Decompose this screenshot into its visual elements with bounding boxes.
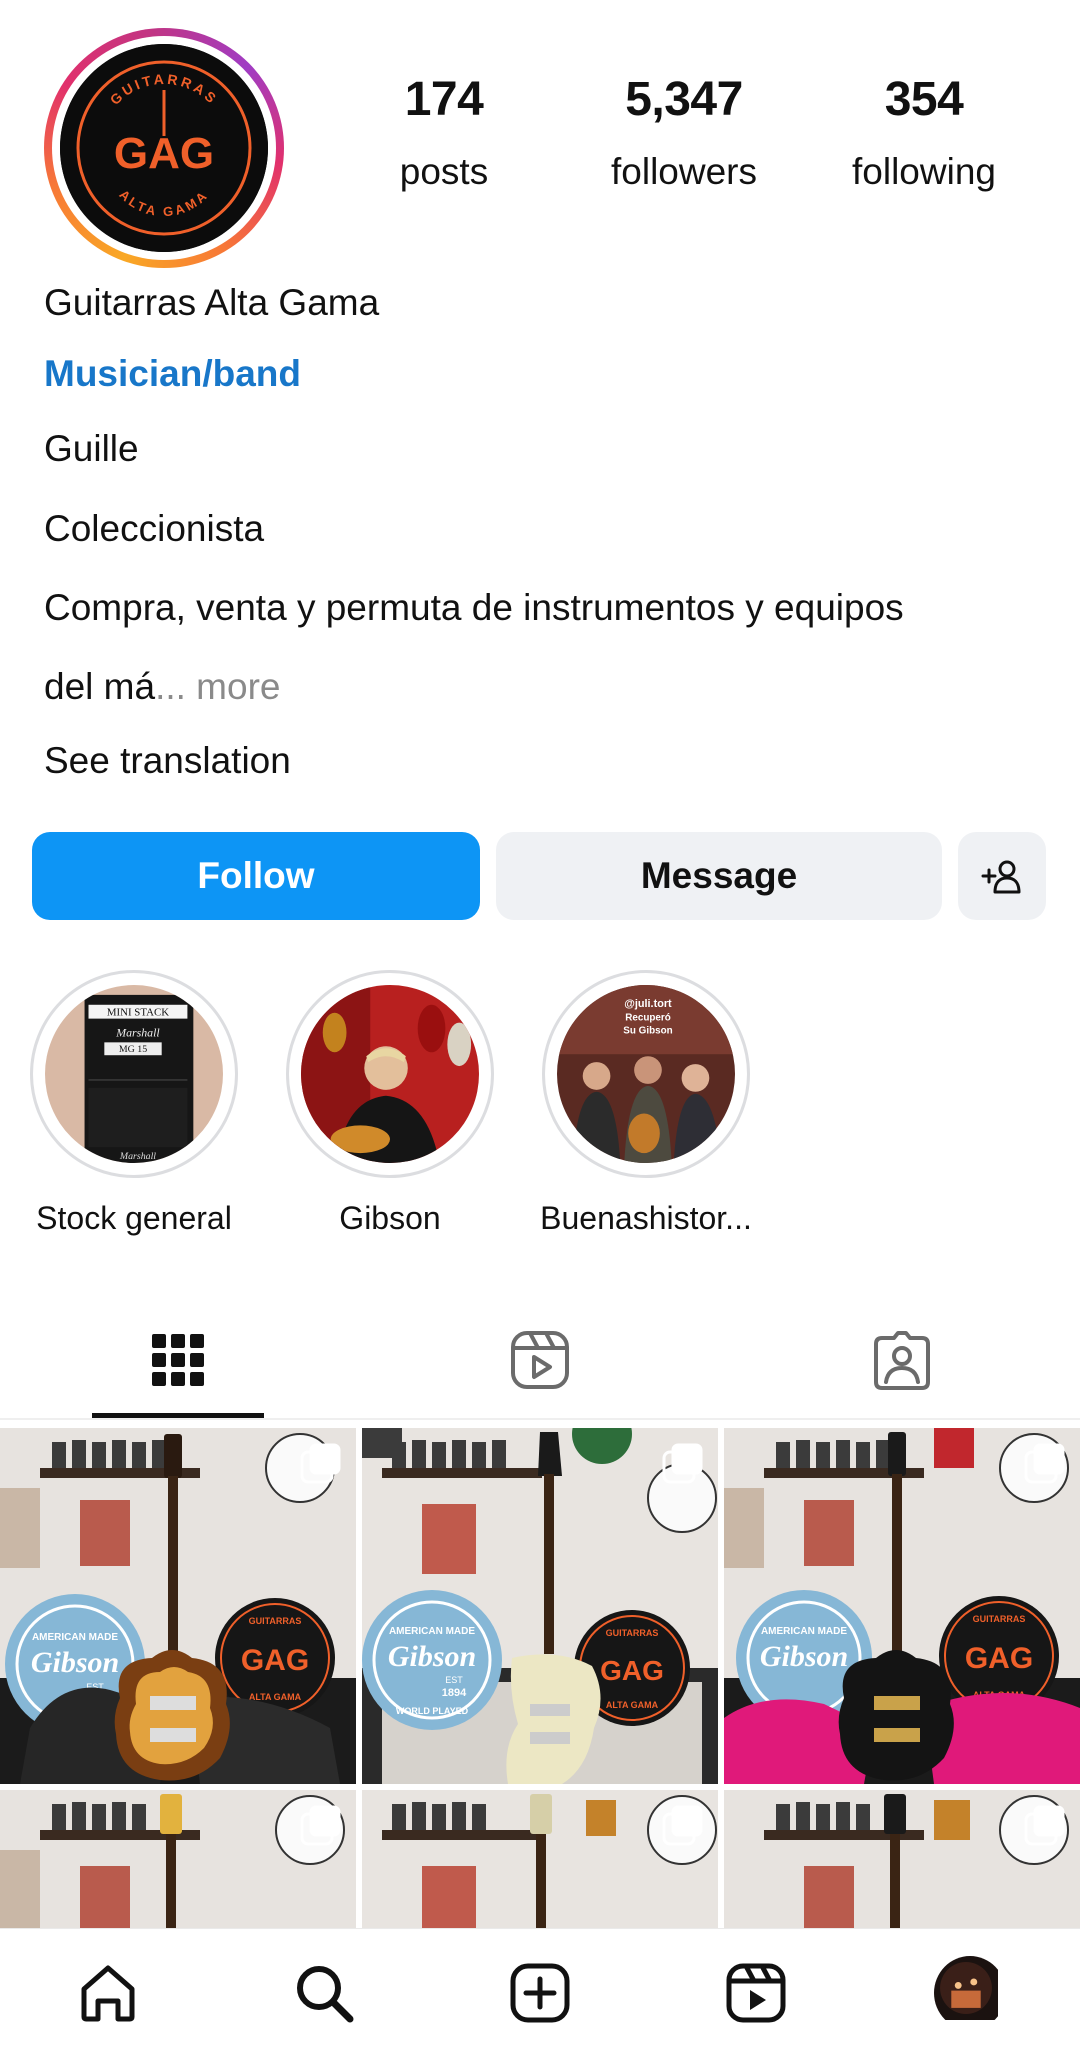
svg-text:GAG: GAG <box>600 1655 664 1686</box>
nav-home[interactable] <box>72 1957 144 2029</box>
multiple-posts-icon <box>662 1805 703 1846</box>
highlight-label: Gibson <box>339 1200 441 1236</box>
highlight-gibson[interactable]: Gibson <box>260 970 520 1237</box>
posts-count: 174 <box>404 73 484 126</box>
bio-line-1: Guille <box>44 428 139 469</box>
svg-text:GAG: GAG <box>965 1642 1033 1675</box>
followers-label: followers <box>611 151 757 192</box>
profile-category[interactable]: Musician/band <box>44 353 301 395</box>
highlight-ring: @juli.tort Recuperó Su Gibson <box>542 970 750 1178</box>
highlight-cover: @juli.tort Recuperó Su Gibson <box>557 985 735 1163</box>
post-thumbnail-3[interactable]: AMERICAN MADE Gibson GUITARRAS GAG ALTA … <box>724 1428 1080 1784</box>
person-plus-icon <box>981 860 1021 894</box>
profile-avatar-small <box>934 1956 1006 2030</box>
stat-followers[interactable]: 5,347 followers <box>564 72 804 193</box>
multiple-posts-icon <box>300 1805 341 1846</box>
multiple-posts-icon <box>1024 1443 1065 1484</box>
svg-text:ALTA GAMA: ALTA GAMA <box>249 1692 302 1702</box>
suggest-users-button[interactable] <box>958 832 1046 920</box>
highlight-label: Buenashistor... <box>540 1200 752 1236</box>
svg-text:Su Gibson: Su Gibson <box>623 1025 672 1036</box>
reels-icon <box>726 1963 786 2023</box>
svg-text:GUITARRAS: GUITARRAS <box>606 1628 659 1638</box>
highlight-cover <box>301 985 479 1163</box>
bio-line-4: del má... more <box>44 666 280 708</box>
tab-tagged[interactable] <box>816 1312 988 1408</box>
tab-posts-grid[interactable] <box>92 1312 264 1408</box>
search-icon <box>297 1966 354 2023</box>
multiple-posts-icon <box>1024 1805 1065 1846</box>
svg-text:Gibson: Gibson <box>760 1640 848 1673</box>
post-thumbnail-5[interactable] <box>362 1790 718 1930</box>
nav-create[interactable] <box>504 1957 576 2029</box>
post-thumbnail-2[interactable]: AMERICAN MADE Gibson EST 1894 WORLD PLAY… <box>362 1428 718 1784</box>
profile-name: Guitarras Alta Gama <box>44 282 380 323</box>
highlight-label: Stock general <box>36 1200 232 1236</box>
posts-label: posts <box>399 151 489 192</box>
highlight-stock-general[interactable]: MINI STACK Marshall MG 15 Marshall Stock… <box>4 970 264 1237</box>
tab-reels[interactable] <box>454 1312 626 1408</box>
svg-text:Gibson: Gibson <box>31 1646 119 1679</box>
svg-text:MG 15: MG 15 <box>119 1044 147 1055</box>
grid-icon <box>152 1334 204 1386</box>
message-button[interactable]: Message <box>496 832 942 920</box>
svg-text:EST: EST <box>445 1675 463 1685</box>
svg-text:GAG: GAG <box>241 1644 309 1677</box>
svg-text:GUITARRAS: GUITARRAS <box>249 1616 302 1626</box>
follow-button[interactable]: Follow <box>32 832 480 920</box>
highlight-ring <box>286 970 494 1178</box>
svg-text:Recuperó: Recuperó <box>625 1013 671 1024</box>
stat-following[interactable]: 354 following <box>804 72 1044 193</box>
highlight-cover: MINI STACK Marshall MG 15 Marshall <box>45 985 223 1163</box>
gag-logo: GUITARRAS ALTA GAMA GAG <box>60 44 268 252</box>
svg-text:GUITARRAS: GUITARRAS <box>973 1614 1026 1624</box>
logo-center-text: GAG <box>114 129 214 178</box>
svg-text:@juli.tort: @juli.tort <box>624 998 672 1010</box>
post-thumbnail-4[interactable] <box>0 1790 356 1930</box>
highlight-buenashistorias[interactable]: @juli.tort Recuperó Su Gibson Buenashist… <box>516 970 776 1237</box>
multiple-posts-icon <box>662 1443 703 1484</box>
see-translation-link[interactable]: See translation <box>44 740 291 782</box>
svg-text:WORLD PLAYED: WORLD PLAYED <box>396 1706 469 1716</box>
followers-count: 5,347 <box>625 73 743 126</box>
post-thumbnail-1[interactable]: AMERICAN MADE Gibson EST 1894 GUITARRAS … <box>0 1428 356 1784</box>
bio-line-2: Coleccionista <box>44 508 265 549</box>
following-label: following <box>852 151 996 192</box>
highlight-ring: MINI STACK Marshall MG 15 Marshall <box>30 970 238 1178</box>
profile-avatar-story-ring[interactable]: GUITARRAS ALTA GAMA GAG <box>44 28 284 268</box>
nav-reels[interactable] <box>720 1957 792 2029</box>
following-count: 354 <box>884 73 964 126</box>
svg-text:Marshall: Marshall <box>115 1025 160 1039</box>
tab-divider <box>0 1418 1080 1420</box>
bio-line-3: Compra, venta y permuta de instrumentos … <box>44 587 904 628</box>
more-link[interactable]: ... more <box>155 666 280 707</box>
home-icon <box>81 1965 135 2022</box>
stat-posts[interactable]: 174 posts <box>324 72 564 193</box>
bio-line-4-text: del má <box>44 666 156 707</box>
svg-text:Gibson: Gibson <box>388 1640 476 1673</box>
nav-search[interactable] <box>288 1957 360 2029</box>
svg-text:AMERICAN MADE: AMERICAN MADE <box>32 1632 118 1643</box>
svg-text:1894: 1894 <box>442 1687 467 1699</box>
bottom-navigation-bar <box>0 1928 1080 2052</box>
tagged-person-icon <box>874 1331 930 1390</box>
svg-text:AMERICAN MADE: AMERICAN MADE <box>389 1626 475 1637</box>
post-thumbnail-6[interactable] <box>724 1790 1080 1930</box>
svg-text:ALTA GAMA: ALTA GAMA <box>606 1700 659 1710</box>
svg-text:AMERICAN MADE: AMERICAN MADE <box>761 1626 847 1637</box>
plus-square-icon <box>510 1963 570 2023</box>
reels-icon <box>511 1331 569 1389</box>
profile-avatar[interactable]: GUITARRAS ALTA GAMA GAG <box>60 44 268 252</box>
svg-text:MINI STACK: MINI STACK <box>107 1007 169 1019</box>
multiple-posts-icon <box>300 1443 341 1484</box>
svg-text:Marshall: Marshall <box>119 1151 156 1162</box>
nav-profile[interactable] <box>934 1956 1006 2030</box>
